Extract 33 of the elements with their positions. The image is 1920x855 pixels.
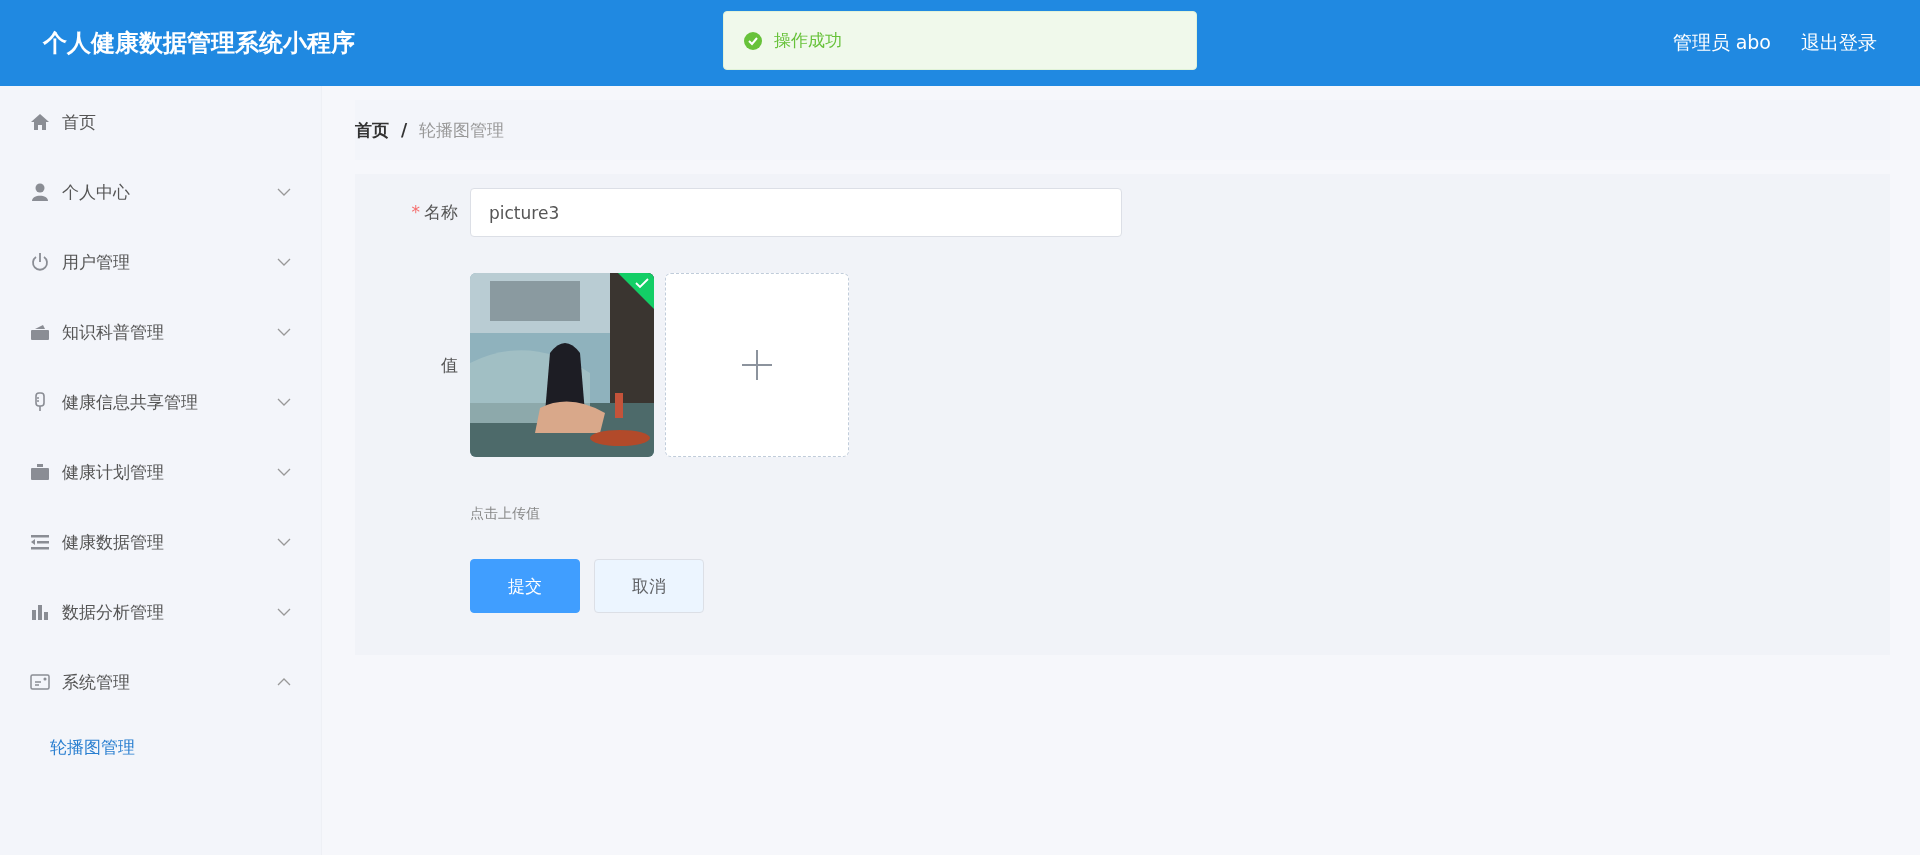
briefcase-icon bbox=[30, 462, 50, 482]
breadcrumb-separator: / bbox=[401, 120, 408, 140]
plus-icon bbox=[742, 350, 772, 380]
wallet-icon bbox=[30, 322, 50, 342]
upload-hint: 点击上传值 bbox=[470, 505, 541, 523]
home-icon bbox=[30, 112, 50, 132]
logout-link[interactable]: 退出登录 bbox=[1801, 30, 1877, 56]
upload-button[interactable] bbox=[665, 273, 849, 457]
field-label: 值 bbox=[440, 354, 459, 377]
breadcrumb-link[interactable]: 首页 bbox=[355, 118, 389, 142]
power-icon bbox=[30, 252, 50, 272]
required-mark: * bbox=[411, 202, 420, 222]
sidebar-item[interactable]: 个人中心 bbox=[0, 157, 321, 227]
sidebar-subitem[interactable]: 轮播图管理 bbox=[0, 717, 321, 777]
field-label: 名称 bbox=[424, 202, 458, 222]
name-input[interactable]: picture3 bbox=[470, 188, 1122, 237]
sidebar-item[interactable]: 健康计划管理 bbox=[0, 437, 321, 507]
card-icon bbox=[30, 672, 50, 692]
sidebar-item[interactable]: 系统管理 bbox=[0, 647, 321, 717]
sidebar-item[interactable]: 首页 bbox=[0, 87, 321, 157]
sidebar-item[interactable]: 知识科普管理 bbox=[0, 297, 321, 367]
bar-chart-icon bbox=[30, 602, 50, 622]
sidebar-item[interactable]: 健康数据管理 bbox=[0, 507, 321, 577]
user-icon bbox=[30, 182, 50, 202]
sidebar-item[interactable]: 数据分析管理 bbox=[0, 577, 321, 647]
cancel-button[interactable]: 取消 bbox=[594, 559, 704, 613]
sidebar-item[interactable]: 健康信息共享管理 bbox=[0, 367, 321, 437]
list-icon bbox=[30, 532, 50, 552]
sidebar-item[interactable]: 用户管理 bbox=[0, 227, 321, 297]
check-circle-icon bbox=[744, 31, 762, 50]
user-name[interactable]: 管理员 abo bbox=[1672, 30, 1771, 56]
app-title: 个人健康数据管理系统小程序 bbox=[43, 28, 355, 59]
toast-message: 操作成功 bbox=[774, 29, 842, 52]
